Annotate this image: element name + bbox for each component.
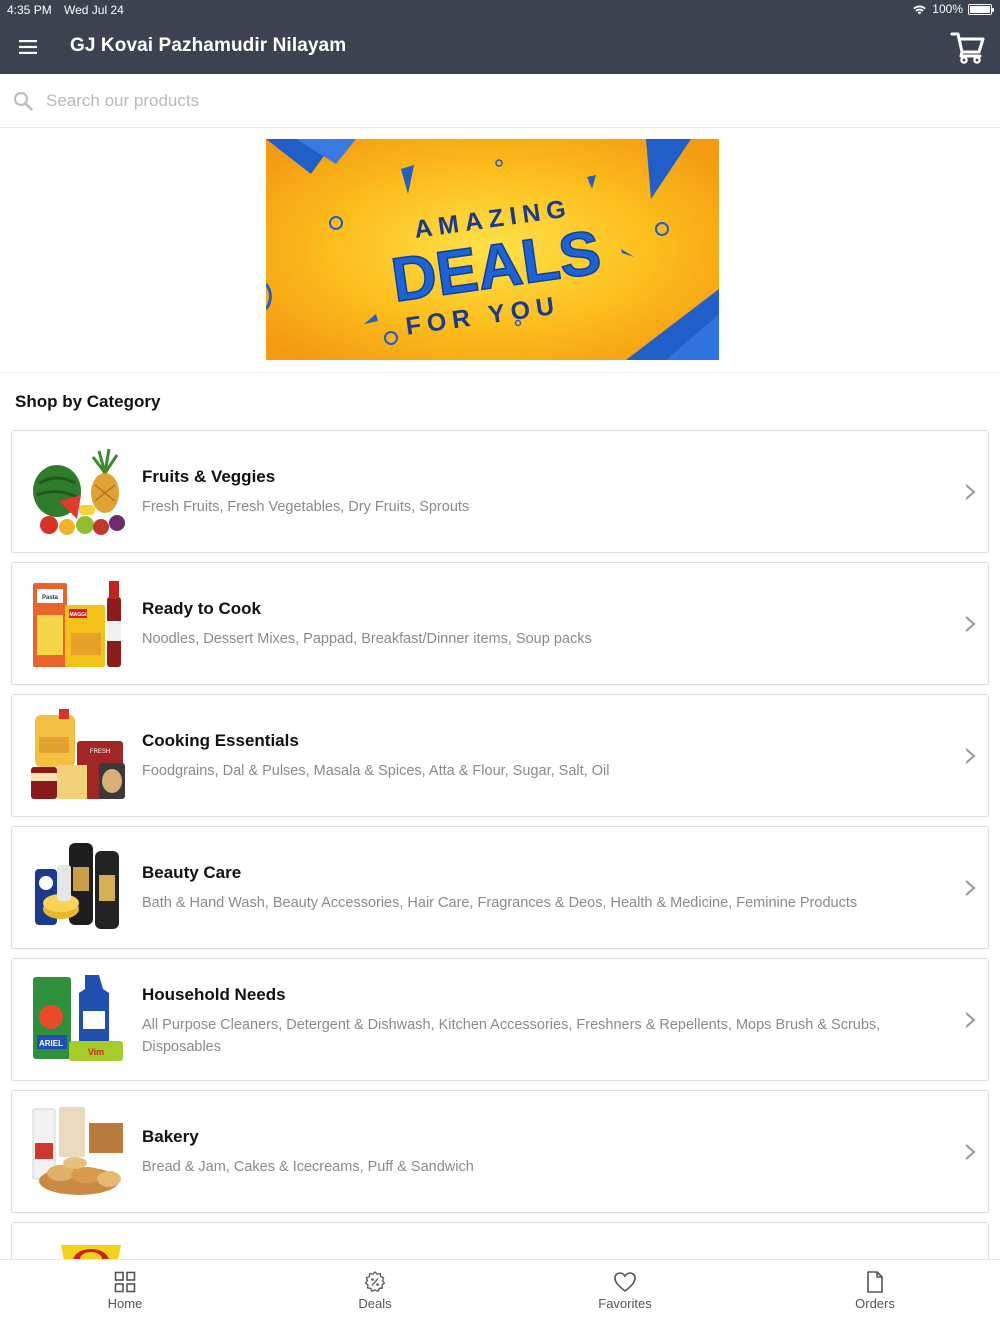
section-title: Shop by Category	[15, 392, 161, 411]
search-bar	[0, 74, 1000, 128]
svg-text:FRESH: FRESH	[90, 749, 110, 755]
category-list: Fruits & Veggies Fresh Fruits, Fresh Veg…	[11, 430, 989, 1334]
deals-banner[interactable]: AMAZING DEALS FOR YOU	[266, 139, 719, 360]
app-header: GJ Kovai Pazhamudir Nilayam	[0, 20, 1000, 74]
search-icon	[13, 91, 33, 111]
chevron-right-icon	[965, 1143, 976, 1160]
svg-text:Pasta: Pasta	[42, 595, 59, 601]
chevron-right-icon	[965, 615, 976, 632]
tab-home[interactable]: Home	[0, 1260, 250, 1334]
cart-button[interactable]	[950, 30, 986, 64]
tab-orders[interactable]: Orders	[750, 1260, 1000, 1334]
category-title: Beauty Care	[142, 863, 242, 882]
ready-to-cook-image: Pasta MAGGI	[33, 581, 121, 667]
category-subtitle: All Purpose Cleaners, Detergent & Dishwa…	[142, 1017, 881, 1055]
deals-banner-image: AMAZING DEALS FOR YOU	[266, 139, 719, 360]
category-title: Bakery	[142, 1127, 199, 1146]
page-title: GJ Kovai Pazhamudir Nilayam	[70, 35, 347, 56]
tab-deals[interactable]: Deals	[250, 1260, 500, 1334]
tab-label: Favorites	[598, 1296, 652, 1311]
bottom-tab-bar: Home Deals Favorites Orders	[0, 1259, 1000, 1334]
category-card-beauty-care[interactable]: Beauty Care Bath & Hand Wash, Beauty Acc…	[11, 826, 989, 949]
category-card-fruits-veggies[interactable]: Fruits & Veggies Fresh Fruits, Fresh Veg…	[11, 430, 989, 553]
chevron-right-icon	[965, 879, 976, 896]
heart-icon	[614, 1272, 636, 1293]
tab-favorites[interactable]: Favorites	[500, 1260, 750, 1334]
hamburger-icon	[19, 40, 37, 54]
top-bar: 4:35 PM Wed Jul 24 100% GJ Kovai Pazhamu…	[0, 0, 1000, 74]
menu-button[interactable]	[14, 33, 42, 61]
battery-icon	[968, 3, 994, 15]
cart-icon	[950, 32, 985, 64]
battery-percent: 100%	[932, 2, 963, 16]
status-bar: 4:35 PM Wed Jul 24 100%	[0, 0, 1000, 20]
svg-text:Vim: Vim	[88, 1047, 104, 1057]
household-needs-image: ARIEL Vim	[33, 975, 123, 1061]
cooking-essentials-image: FRESH	[31, 709, 125, 799]
app-screen: 4:35 PM Wed Jul 24 100% GJ Kovai Pazhamu…	[0, 0, 1000, 1334]
svg-text:ARIEL: ARIEL	[39, 1039, 63, 1048]
category-subtitle: Noodles, Dessert Mixes, Pappad, Breakfas…	[142, 631, 592, 647]
category-subtitle: Foodgrains, Dal & Pulses, Masala & Spice…	[142, 763, 610, 779]
category-title: Fruits & Veggies	[142, 467, 276, 486]
status-time: 4:35 PM	[7, 3, 52, 17]
chevron-right-icon	[965, 747, 976, 764]
wifi-icon	[913, 5, 927, 14]
tab-label: Home	[107, 1296, 143, 1311]
category-title: Cooking Essentials	[142, 731, 299, 750]
tab-label: Orders	[855, 1296, 895, 1311]
fruits-veggies-image	[33, 448, 125, 535]
status-date: Wed Jul 24	[64, 3, 124, 17]
search-input[interactable]	[46, 86, 946, 116]
bakery-image	[32, 1107, 123, 1195]
deals-badge-icon	[364, 1271, 386, 1293]
category-title: Ready to Cook	[142, 599, 262, 618]
status-right: 100%	[912, 2, 994, 16]
chevron-right-icon	[965, 1011, 976, 1028]
category-card-cooking-essentials[interactable]: FRESH Cooking Essentials Foodgrains, Dal…	[11, 694, 989, 817]
category-card-bakery[interactable]: Bakery Bread & Jam, Cakes & Icecreams, P…	[11, 1090, 989, 1213]
beauty-care-image	[35, 843, 119, 929]
category-card-ready-to-cook[interactable]: Pasta MAGGI Ready to Cook Noodles, Desse…	[11, 562, 989, 685]
category-subtitle: Bread & Jam, Cakes & Icecreams, Puff & S…	[142, 1159, 474, 1175]
category-subtitle: Bath & Hand Wash, Beauty Accessories, Ha…	[142, 895, 858, 911]
category-card-household-needs[interactable]: ARIEL Vim Household Needs All Purpose Cl…	[11, 958, 989, 1081]
svg-text:MAGGI: MAGGI	[70, 612, 88, 618]
tab-label: Deals	[358, 1296, 392, 1311]
category-title: Household Needs	[142, 985, 286, 1004]
grid-icon	[114, 1271, 136, 1293]
chevron-right-icon	[965, 483, 976, 500]
category-subtitle: Fresh Fruits, Fresh Vegetables, Dry Frui…	[142, 499, 470, 515]
banner-section: AMAZING DEALS FOR YOU	[0, 128, 1000, 373]
document-icon	[867, 1271, 883, 1293]
